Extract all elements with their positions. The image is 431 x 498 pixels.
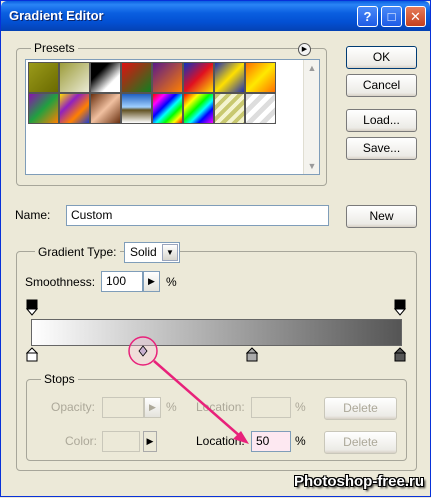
annotation-overlay bbox=[128, 336, 249, 444]
watermark-text: Photoshop-free.ru bbox=[294, 473, 424, 490]
gradient-editor-window: Gradient Editor ? □ ✕ Presets ▶ ▲ ▼ OK C… bbox=[0, 0, 431, 497]
